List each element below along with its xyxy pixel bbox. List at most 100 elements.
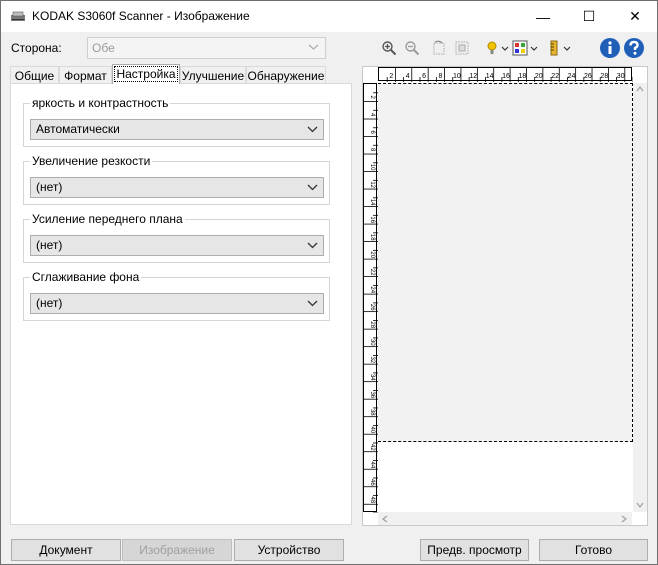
- tab-settings[interactable]: Настройка: [112, 64, 180, 84]
- ruler-label: 8: [438, 73, 442, 80]
- chevron-down-icon: [307, 298, 318, 312]
- horizontal-scrollbar[interactable]: [378, 512, 632, 525]
- settings-panel: яркость и контрастность Автоматически Ув…: [10, 83, 352, 525]
- brightness-icon[interactable]: [485, 37, 509, 59]
- window-title: KODAK S3060f Scanner - Изображение: [32, 9, 250, 23]
- horizontal-ruler-ticks: 2 4 6 8 10 12 14 16 18 20 22 24 26 28 30: [386, 68, 634, 82]
- side-select[interactable]: Обе: [87, 37, 326, 59]
- minimize-icon: —: [536, 8, 550, 25]
- vertical-ruler: 2 4 6 8 10 12 14 16 18 20 22 24 26 28 30 32 34 36 38 40 42 44…: [363, 83, 378, 514]
- ruler-label: 22: [369, 269, 375, 276]
- brightness-contrast-select[interactable]: Автоматически: [30, 119, 324, 140]
- device-button[interactable]: Устройство: [234, 539, 344, 561]
- ruler-label: 10: [453, 73, 461, 80]
- ruler-label: 34: [369, 374, 375, 381]
- foreground-boost-select[interactable]: (нет): [30, 235, 324, 256]
- ruler-label: 20: [535, 73, 543, 80]
- chevron-down-icon: [308, 41, 319, 55]
- scroll-down-icon[interactable]: [636, 501, 644, 510]
- maximize-button[interactable]: ☐: [566, 1, 612, 32]
- ruler-label: 24: [568, 73, 576, 80]
- zoom-out-icon[interactable]: [403, 37, 421, 59]
- ruler-label: 16: [502, 73, 510, 80]
- side-select-value: Обе: [92, 41, 115, 55]
- title-bar: KODAK S3060f Scanner - Изображение — ☐ ✕: [1, 1, 657, 32]
- crop-icon[interactable]: [453, 37, 471, 59]
- group-title: Усиление переднего плана: [30, 212, 185, 226]
- preview-button[interactable]: Предв. просмотр: [420, 539, 529, 561]
- ruler-label: 16: [369, 216, 375, 223]
- ruler-label: 8: [369, 148, 375, 152]
- background-smoothing-group: Сглаживание фона (нет): [23, 270, 330, 321]
- ruler-label: 48: [369, 497, 375, 504]
- horizontal-ruler: 2 4 6 8 10 12 14 16 18 20 22 24 26 28 30: [378, 67, 634, 82]
- brightness-contrast-group: яркость и контрастность Автоматически: [23, 96, 330, 147]
- image-button[interactable]: Изображение: [122, 539, 232, 561]
- group-title: Сглаживание фона: [30, 270, 142, 284]
- ruler-label: 18: [369, 234, 375, 241]
- group-title: Увеличение резкости: [30, 154, 153, 168]
- ruler-label: 14: [369, 199, 375, 206]
- tab-detection[interactable]: Обнаружение: [246, 66, 326, 84]
- preview-outside-area: [378, 442, 646, 512]
- scroll-right-icon[interactable]: [621, 515, 627, 525]
- close-button[interactable]: ✕: [612, 1, 658, 32]
- done-button[interactable]: Готово: [539, 539, 648, 561]
- ruler-label: 26: [584, 73, 592, 80]
- tab-general[interactable]: Общие: [10, 66, 59, 84]
- ruler-label: 24: [369, 286, 375, 293]
- chevron-down-icon: [307, 124, 318, 138]
- ruler-label: 4: [406, 73, 410, 80]
- ruler-icon[interactable]: [547, 37, 573, 59]
- ruler-label: 28: [369, 321, 375, 328]
- ruler-label: 12: [369, 181, 375, 188]
- scroll-left-icon[interactable]: [382, 515, 388, 525]
- rotate-icon[interactable]: [430, 37, 448, 59]
- ruler-label: 6: [369, 130, 375, 134]
- ruler-label: 10: [369, 164, 375, 171]
- ruler-label: 28: [600, 73, 608, 80]
- sharpening-select[interactable]: (нет): [30, 177, 324, 198]
- ruler-label: 4: [369, 113, 375, 117]
- tab-enhancement[interactable]: Улучшение: [180, 66, 246, 84]
- ruler-label: 44: [369, 462, 375, 469]
- ruler-label: 40: [369, 426, 375, 433]
- ruler-label: 30: [617, 73, 625, 80]
- vertical-ruler-ticks: 2468101214161820222426283032343638404244…: [364, 92, 378, 514]
- ruler-label: 42: [369, 444, 375, 451]
- ruler-label: 12: [469, 73, 477, 80]
- background-smoothing-select[interactable]: (нет): [30, 293, 324, 314]
- ruler-label: 2: [369, 95, 375, 99]
- scroll-up-icon[interactable]: [636, 85, 644, 94]
- ruler-label: 30: [369, 339, 375, 346]
- vertical-scrollbar[interactable]: [633, 83, 647, 512]
- info-icon[interactable]: [599, 37, 621, 59]
- ruler-label: 38: [369, 409, 375, 416]
- minimize-button[interactable]: —: [520, 1, 566, 32]
- ruler-label: 26: [369, 304, 375, 311]
- help-icon[interactable]: [623, 37, 645, 59]
- scan-area-outline[interactable]: [378, 83, 633, 442]
- document-button[interactable]: Документ: [11, 539, 121, 561]
- ruler-label: 36: [369, 391, 375, 398]
- ruler-label: 46: [369, 479, 375, 486]
- ruler-label: 22: [551, 73, 559, 80]
- ruler-label: 14: [486, 73, 494, 80]
- scanner-app-icon: [10, 10, 26, 23]
- ruler-label: 32: [369, 356, 375, 363]
- chevron-down-icon: [307, 240, 318, 254]
- color-icon[interactable]: [512, 37, 538, 59]
- zoom-in-icon[interactable]: [380, 37, 398, 59]
- ruler-label: 18: [518, 73, 526, 80]
- side-label: Сторона:: [11, 41, 62, 55]
- sharpening-group: Увеличение резкости (нет): [23, 154, 330, 205]
- group-title: яркость и контрастность: [30, 96, 171, 110]
- tab-format[interactable]: Формат: [59, 66, 112, 84]
- foreground-boost-group: Усиление переднего плана (нет): [23, 212, 330, 263]
- ruler-label: 6: [422, 73, 426, 80]
- scanner-window: KODAK S3060f Scanner - Изображение — ☐ ✕…: [0, 0, 658, 565]
- ruler-label: 2: [389, 73, 393, 80]
- chevron-down-icon: [307, 182, 318, 196]
- close-icon: ✕: [629, 8, 641, 24]
- maximize-icon: ☐: [582, 8, 596, 24]
